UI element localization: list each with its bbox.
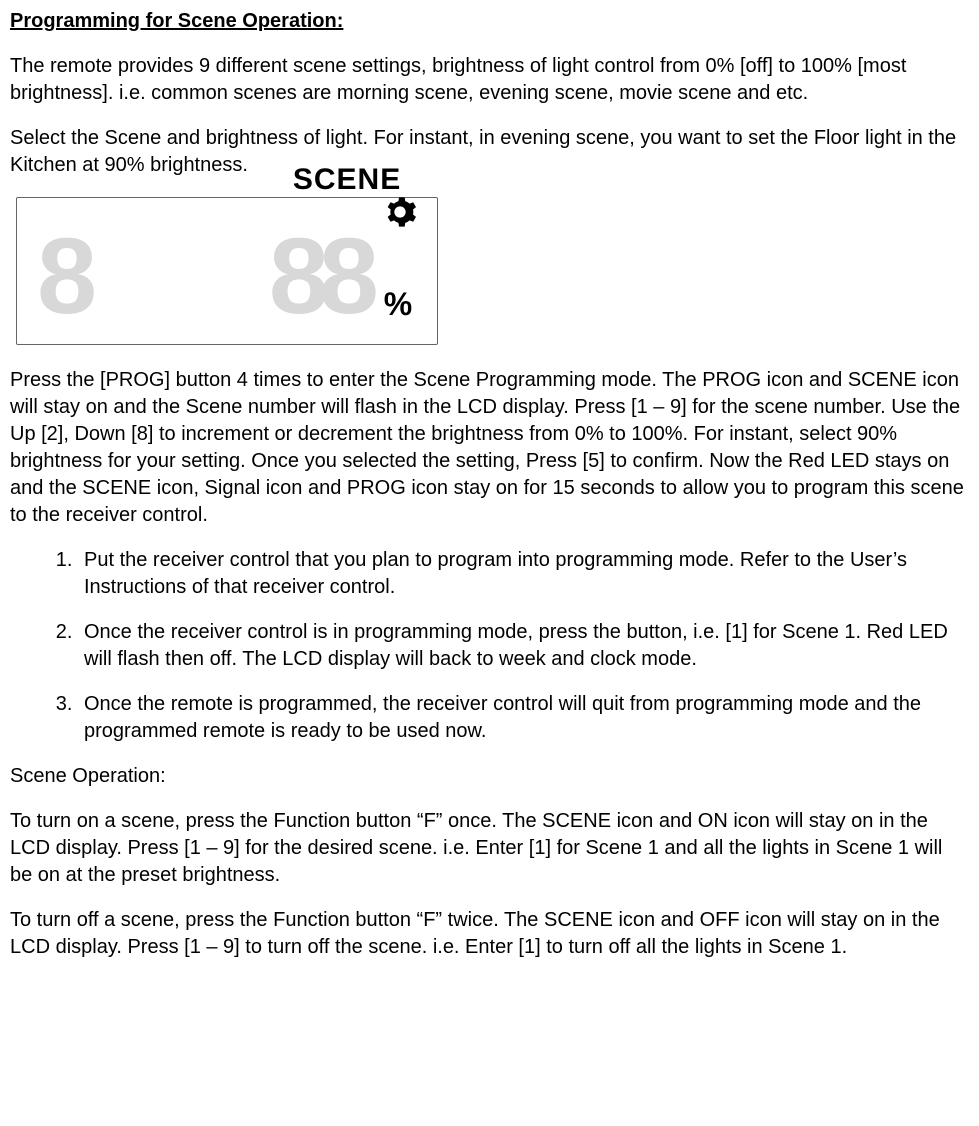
scene-off-paragraph: To turn off a scene, press the Function … — [10, 907, 969, 961]
scene-on-paragraph: To turn on a scene, press the Function b… — [10, 808, 969, 889]
lcd-percent-icon: % — [384, 283, 412, 326]
list-item: Once the receiver control is in programm… — [78, 619, 969, 673]
section-subheading: Scene Operation: — [10, 763, 969, 790]
page-title: Programming for Scene Operation: — [10, 8, 969, 35]
intro-paragraph-2: Select the Scene and brightness of light… — [10, 125, 969, 179]
lcd-right-digits: 88 — [269, 222, 369, 330]
intro-paragraph-1: The remote provides 9 different scene se… — [10, 53, 969, 107]
gear-icon — [383, 195, 417, 229]
steps-list: Put the receiver control that you plan t… — [10, 547, 969, 745]
instructions-paragraph: Press the [PROG] button 4 times to enter… — [10, 367, 969, 529]
list-item: Once the remote is programmed, the recei… — [78, 691, 969, 745]
list-item: Put the receiver control that you plan t… — [78, 547, 969, 601]
lcd-left-digit: 8 — [37, 222, 87, 330]
lcd-display: 8 SCENE 88 % — [16, 197, 438, 345]
